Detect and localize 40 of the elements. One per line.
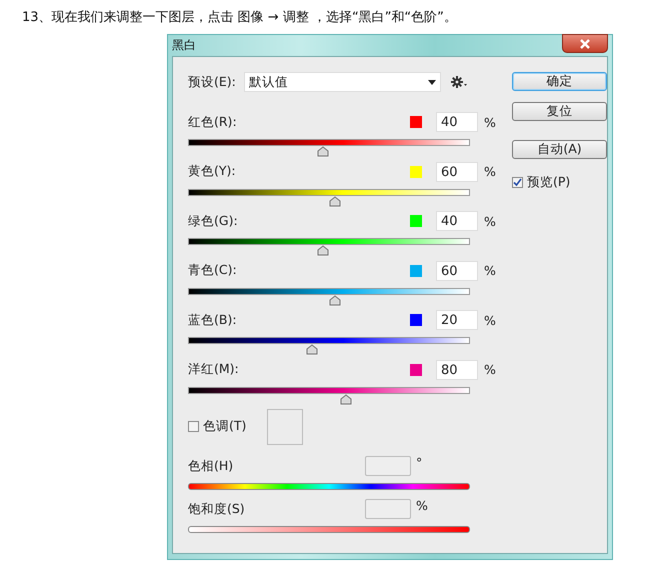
percent-unit: % [484,214,497,228]
percent-input[interactable]: 40 [436,112,478,132]
percent-input[interactable]: 40 [436,211,478,231]
tint-checkbox[interactable] [188,421,199,432]
dialog-button[interactable]: 确定 [512,72,607,91]
window-title: 黑白 [172,37,196,54]
gear-icon[interactable] [451,76,468,88]
dialog-button[interactable]: 自动(A) [512,140,607,159]
caret-icon [428,80,436,84]
percent-unit: % [484,114,497,130]
close-icon [579,38,591,48]
preset-label: 预设(E): [188,74,237,90]
percent-unit: % [484,312,497,328]
channel-label: 青色(C): [188,262,238,279]
saturation-label: 饱和度(S) [188,500,246,518]
percent-unit: % [484,263,497,278]
tint-label: 色调(T) [203,418,248,435]
channel-label: 黄色(Y): [188,163,237,180]
channel-label: 蓝色(B): [188,312,238,328]
channel-label: 红色(R): [188,114,238,130]
dialog-button[interactable]: 复位 [512,102,607,121]
saturation-input[interactable] [365,499,411,519]
hue-input[interactable] [365,456,411,476]
tint-color-swatch[interactable] [267,409,303,445]
percent-input[interactable]: 60 [436,162,478,182]
percent-unit: % [484,362,497,377]
percent-unit: % [484,164,497,179]
close-button[interactable] [562,34,608,53]
channel-label: 绿色(G): [188,212,239,230]
percent-input[interactable]: 20 [436,310,478,330]
preview-label: 预览(P) [527,174,570,191]
percent-input[interactable]: 80 [436,360,478,380]
percent-input[interactable]: 60 [436,260,478,280]
channel-label: 洋红(M): [188,361,240,378]
hue-unit: ° [416,455,422,470]
preset-dropdown[interactable]: 默认值 [244,72,441,92]
hue-label: 色相(H) [188,458,234,474]
preview-checkbox[interactable] [512,177,523,188]
caption-text: 13、现在我们来调整一下图层，点击 图像 → 调整 ，选择“黑白”和“色阶”。 [22,10,457,25]
saturation-unit: % [416,498,428,513]
